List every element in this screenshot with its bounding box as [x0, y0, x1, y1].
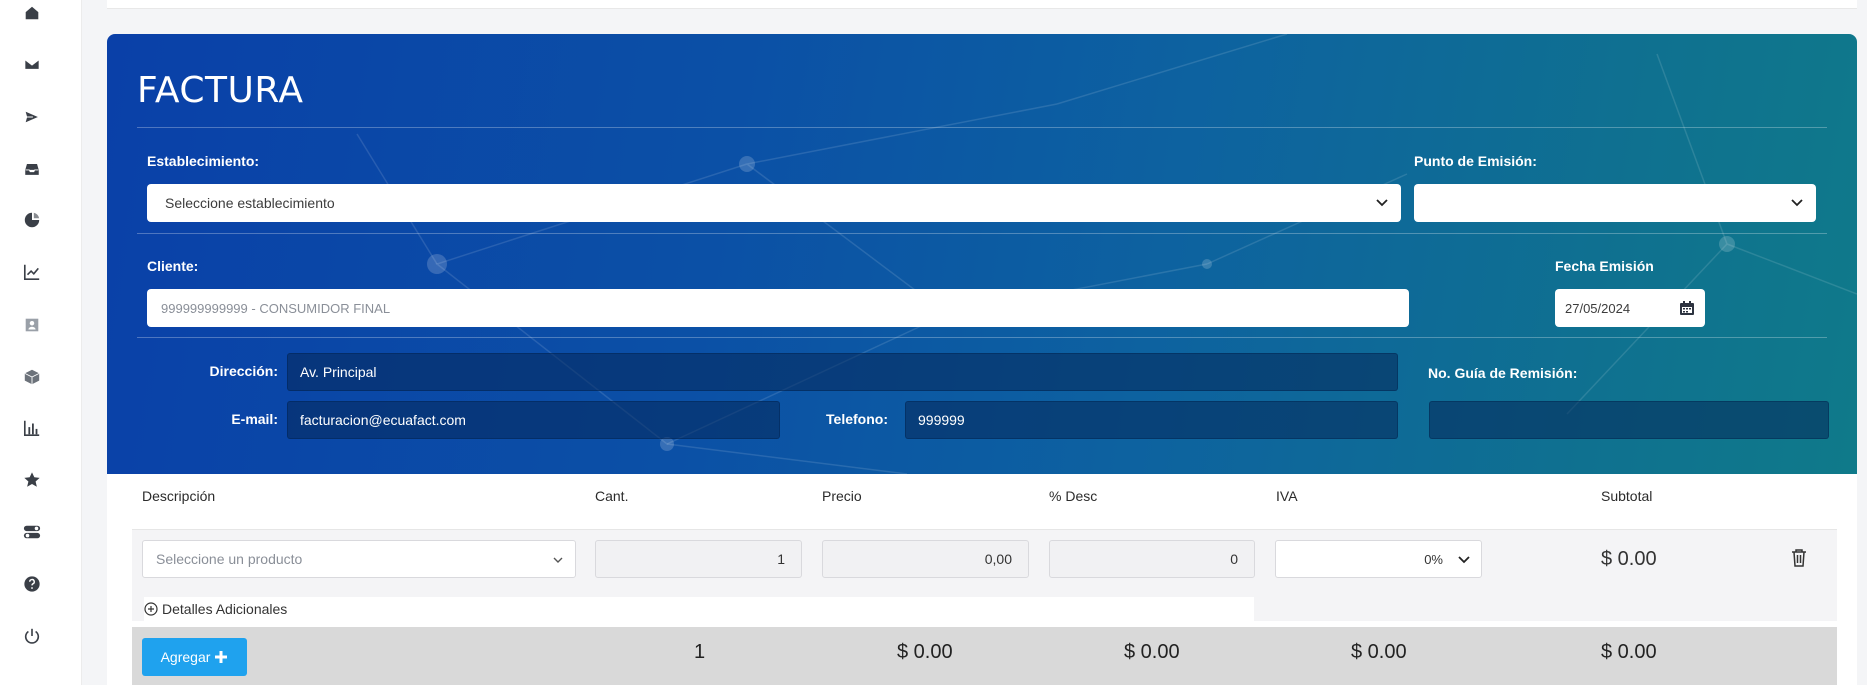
cliente-input[interactable]: 999999999999 - CONSUMIDOR FINAL: [147, 289, 1409, 327]
calendar-icon[interactable]: [1679, 300, 1695, 316]
detalles-adicionales-label: Detalles Adicionales: [162, 601, 288, 617]
fecha-emision-value: 27/05/2024: [1565, 300, 1631, 316]
establecimiento-select[interactable]: Seleccione establecimiento: [147, 184, 1401, 222]
chevron-down-icon: [1791, 199, 1803, 207]
contacts-icon[interactable]: [22, 315, 42, 335]
total-subtotal: $ 0.00: [1601, 641, 1657, 663]
iva-select[interactable]: 0%: [1275, 540, 1482, 578]
home-icon[interactable]: [22, 3, 42, 23]
page-title: FACTURA: [137, 70, 304, 111]
chevron-down-icon: [553, 557, 563, 563]
punto-emision-label: Punto de Emisión:: [1414, 153, 1537, 169]
star-icon[interactable]: [22, 470, 42, 490]
price-input[interactable]: 0,00: [822, 540, 1029, 578]
row-subtotal: $ 0.00: [1601, 548, 1657, 570]
bar-chart-icon[interactable]: [22, 418, 42, 438]
column-header-subtotal: Subtotal: [1601, 488, 1653, 504]
column-header-descuento: % Desc: [1049, 488, 1098, 504]
toggle-icon[interactable]: [22, 522, 42, 542]
direccion-input[interactable]: Av. Principal: [287, 353, 1398, 391]
plus-circle-icon: [144, 602, 158, 616]
box-icon[interactable]: [22, 367, 42, 387]
trash-icon[interactable]: [1791, 549, 1807, 567]
agregar-label: Agregar: [160, 649, 211, 665]
cliente-placeholder: 999999999999 - CONSUMIDOR FINAL: [161, 300, 391, 316]
price-value: 0,00: [984, 551, 1012, 567]
product-placeholder: Seleccione un producto: [156, 551, 303, 567]
column-header-iva: IVA: [1276, 488, 1298, 504]
column-header-precio: Precio: [822, 488, 862, 504]
telefono-input[interactable]: 999999: [905, 401, 1398, 439]
chevron-down-icon: [1376, 199, 1388, 207]
total-iva: $ 0.00: [1351, 641, 1407, 663]
divider: [137, 127, 1827, 128]
divider: [137, 337, 1827, 338]
detalles-adicionales-link[interactable]: Detalles Adicionales: [144, 597, 1254, 621]
email-label: E-mail:: [231, 411, 278, 427]
sidebar: [0, 0, 82, 685]
plus-icon: [215, 651, 228, 663]
column-header-cantidad: Cant.: [595, 488, 629, 504]
punto-emision-select[interactable]: [1414, 184, 1816, 222]
total-descuento: $ 0.00: [1124, 641, 1180, 663]
power-icon[interactable]: [22, 626, 42, 646]
invoice-header-panel: FACTURA Establecimiento: Seleccione esta…: [107, 34, 1857, 474]
help-icon[interactable]: [22, 574, 42, 594]
direccion-label: Dirección:: [209, 363, 278, 379]
pie-chart-icon[interactable]: [22, 210, 42, 230]
fecha-emision-label: Fecha Emisión: [1555, 258, 1654, 274]
quantity-value: 1: [777, 551, 785, 567]
establecimiento-value: Seleccione establecimiento: [165, 195, 335, 211]
quantity-input[interactable]: 1: [595, 540, 802, 578]
establecimiento-label: Establecimiento:: [147, 153, 260, 169]
totals-row: Agregar 1 $ 0.00 $ 0.00 $ 0.00 $ 0.00: [132, 627, 1837, 685]
guia-remision-label: No. Guía de Remisión:: [1428, 365, 1578, 381]
agregar-button[interactable]: Agregar: [142, 638, 247, 676]
iva-value: 0%: [1424, 551, 1443, 567]
email-value: facturacion@ecuafact.com: [300, 412, 466, 428]
cliente-label: Cliente:: [147, 258, 199, 274]
top-strip: [107, 0, 1857, 9]
inbox-icon[interactable]: [22, 159, 42, 179]
direccion-value: Av. Principal: [300, 364, 377, 380]
chevron-down-icon: [1458, 556, 1470, 564]
telefono-label: Telefono:: [826, 411, 888, 427]
guia-remision-input[interactable]: [1429, 401, 1829, 439]
discount-input[interactable]: 0: [1049, 540, 1255, 578]
telefono-value: 999999: [918, 412, 965, 428]
send-icon[interactable]: [22, 107, 42, 127]
product-select[interactable]: Seleccione un producto: [142, 540, 576, 578]
discount-value: 0: [1230, 551, 1238, 567]
line-chart-icon[interactable]: [22, 262, 42, 282]
total-cantidad: 1: [694, 641, 706, 663]
total-precio: $ 0.00: [897, 641, 953, 663]
column-header-descripcion: Descripción: [142, 488, 216, 504]
items-table: Descripción Cant. Precio % Desc IVA Subt…: [107, 474, 1857, 685]
fecha-emision-input[interactable]: 27/05/2024: [1555, 289, 1705, 327]
email-input[interactable]: facturacion@ecuafact.com: [287, 401, 780, 439]
mail-icon[interactable]: [22, 54, 42, 74]
divider: [137, 233, 1827, 234]
